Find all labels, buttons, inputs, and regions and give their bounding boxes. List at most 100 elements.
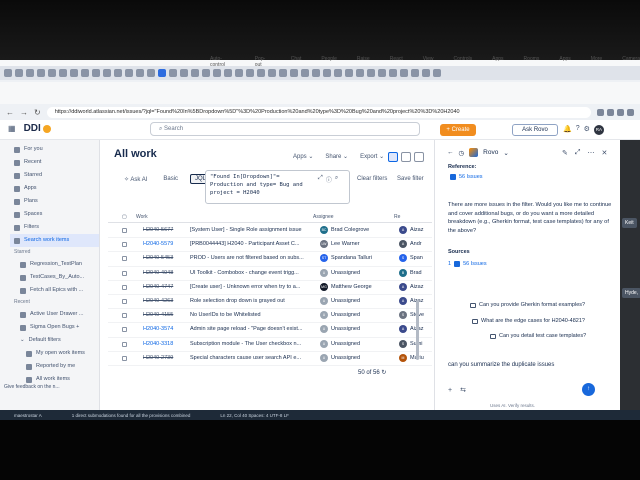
syntax-help-icon[interactable]: ⓘ	[326, 175, 332, 184]
refresh-icon[interactable]: ↻	[381, 370, 386, 376]
issue-key[interactable]: H2040-3574	[143, 326, 173, 332]
assignee-cell[interactable]: BC Brad Colegrove	[320, 226, 369, 234]
table-row[interactable]: H2040-4263 Role selection drop down is gr…	[108, 295, 432, 310]
table-row[interactable]: H2040-3318 Subscription module - The User…	[108, 338, 432, 352]
reporter-cell[interactable]: AAizaz	[399, 325, 431, 334]
browser-tab[interactable]	[235, 69, 243, 77]
meeting-menu-item[interactable]: People	[321, 56, 337, 66]
default-filter[interactable]: Reported by me	[14, 360, 99, 373]
sidebar-item-starred[interactable]: Starred	[14, 169, 99, 182]
row-checkbox[interactable]	[122, 313, 127, 319]
recent-filter[interactable]: Active User Drawer ...	[14, 308, 99, 321]
reporter-cell[interactable]: S Span	[399, 254, 431, 263]
suggested-prompt[interactable]: Can you provide Gherkin format examples?	[470, 302, 585, 308]
browser-tab[interactable]	[169, 69, 177, 77]
scrollbar[interactable]	[416, 300, 419, 360]
table-row[interactable]: H2040-5453 PROD - Users are not filtered …	[108, 252, 432, 267]
row-checkbox[interactable]	[122, 228, 127, 233]
browser-tab[interactable]	[345, 69, 353, 77]
reporter-cell[interactable]: SSteve	[399, 311, 431, 320]
row-checkbox[interactable]	[122, 256, 127, 262]
assignee-cell[interactable]: MG Matthew George	[320, 282, 372, 291]
browser-tab[interactable]	[4, 69, 12, 77]
browser-tab[interactable]	[356, 69, 364, 77]
extension-icon[interactable]	[627, 108, 634, 116]
browser-tab[interactable]	[202, 69, 210, 77]
extension-icon[interactable]	[597, 108, 604, 116]
history-icon[interactable]: ◷	[459, 149, 465, 157]
browser-tab[interactable]	[136, 69, 144, 77]
browser-tab[interactable]	[224, 69, 232, 77]
app-switcher-icon[interactable]: ▦	[8, 124, 16, 133]
meeting-menu-item[interactable]: Apps	[559, 56, 570, 66]
suggested-prompt[interactable]: Can you detail test case templates?	[490, 333, 586, 339]
browser-tab[interactable]	[323, 69, 331, 77]
issue-summary[interactable]: Subscription module - The User checkbox …	[190, 341, 308, 347]
row-checkbox[interactable]	[122, 242, 127, 248]
browser-tab[interactable]	[26, 69, 34, 77]
issue-summary[interactable]: [PRB0044443] H2040 - Participant Asset C…	[190, 241, 308, 247]
detail-view-toggle[interactable]	[401, 152, 411, 162]
feedback-link[interactable]: Give feedback on the n...	[4, 384, 60, 390]
row-checkbox[interactable]	[122, 270, 127, 276]
reporter-cell[interactable]: A Andr	[399, 240, 431, 249]
issue-key[interactable]: H2040-4948	[143, 270, 173, 276]
issue-key[interactable]: H2040-4155	[143, 312, 173, 318]
share-button[interactable]: Share ⌄	[325, 153, 348, 160]
mode-basic[interactable]: Basic	[159, 175, 182, 183]
browser-tab[interactable]	[400, 69, 408, 77]
new-chat-icon[interactable]: ✎	[562, 149, 568, 157]
sidebar-item-apps[interactable]: Apps	[14, 182, 99, 195]
back-icon[interactable]: ←	[447, 149, 454, 156]
default-filter[interactable]: My open work items	[14, 347, 99, 360]
select-all-checkbox[interactable]: ▢	[122, 214, 127, 220]
column-work[interactable]: Work	[136, 214, 148, 220]
browser-tab[interactable]	[301, 69, 309, 77]
table-row[interactable]: H2040-3574 Admin site page reload - "Page…	[108, 323, 432, 338]
help-icon[interactable]: ?	[576, 125, 580, 135]
sidebar-item-filters[interactable]: Filters	[14, 221, 99, 234]
settings-icon[interactable]: ⚙	[584, 125, 590, 135]
reload-icon[interactable]: ↻	[34, 108, 41, 117]
sidebar-item-plans[interactable]: Plans	[14, 195, 99, 208]
extension-icon[interactable]	[617, 108, 624, 116]
table-row[interactable]: H2040-4948 UI Toolkit - Combobox - change…	[108, 267, 432, 281]
browser-tab[interactable]	[389, 69, 397, 77]
issue-key[interactable]: H2040-4263	[143, 298, 173, 304]
browser-tab[interactable]	[367, 69, 375, 77]
browser-tab[interactable]	[312, 69, 320, 77]
issue-summary[interactable]: UI Toolkit - Combobox - change event tri…	[190, 270, 308, 276]
browser-tab[interactable]	[257, 69, 265, 77]
assignee-cell[interactable]: U Unassigned	[320, 296, 360, 305]
meeting-menu-item[interactable]: View	[423, 56, 434, 66]
table-row[interactable]: H2040-5677 [System User] - Single Role as…	[108, 224, 432, 239]
reporter-cell[interactable]: SSumi	[399, 339, 431, 348]
logo[interactable]: DDI	[24, 123, 51, 134]
browser-tab[interactable]	[147, 69, 155, 77]
reporter-cell[interactable]: AAizaz	[399, 226, 431, 234]
assignee-cell[interactable]: ST Spandana Talluri	[320, 254, 372, 263]
browser-tab[interactable]	[59, 69, 67, 77]
avatar[interactable]: RA	[593, 125, 604, 135]
export-button[interactable]: Export ⌄	[360, 153, 384, 160]
column-assignee[interactable]: Assignee	[313, 214, 334, 220]
browser-tab[interactable]	[125, 69, 133, 77]
issue-key[interactable]: H2040-3318	[143, 341, 173, 347]
sidebar-item-search-work-items[interactable]: Search work items	[10, 234, 99, 247]
meeting-menu-item[interactable]: Rooms	[524, 56, 540, 66]
clear-filters-button[interactable]: Clear filters	[357, 176, 387, 182]
browser-tab[interactable]	[158, 69, 166, 77]
reporter-cell[interactable]: AAizaz	[399, 282, 431, 291]
starred-filter[interactable]: Fetch all Epics with ...	[14, 284, 99, 297]
reporter-cell[interactable]: MMariu	[399, 353, 431, 362]
table-row[interactable]: H2040-4155 No UserIDs to be Whitelisted U U…	[108, 309, 432, 324]
expand-icon[interactable]: ⤢	[318, 175, 323, 184]
back-icon[interactable]: ←	[6, 108, 14, 117]
browser-tab[interactable]	[92, 69, 100, 77]
table-row[interactable]: H2040-2739 Special characters cause user …	[108, 352, 432, 366]
browser-tab[interactable]	[213, 69, 221, 77]
source-link[interactable]: 1 56 Issues	[448, 261, 487, 267]
browser-tab[interactable]	[15, 69, 23, 77]
row-checkbox[interactable]	[122, 355, 127, 361]
mode-ask-ai[interactable]: ✧ Ask AI	[120, 175, 151, 184]
